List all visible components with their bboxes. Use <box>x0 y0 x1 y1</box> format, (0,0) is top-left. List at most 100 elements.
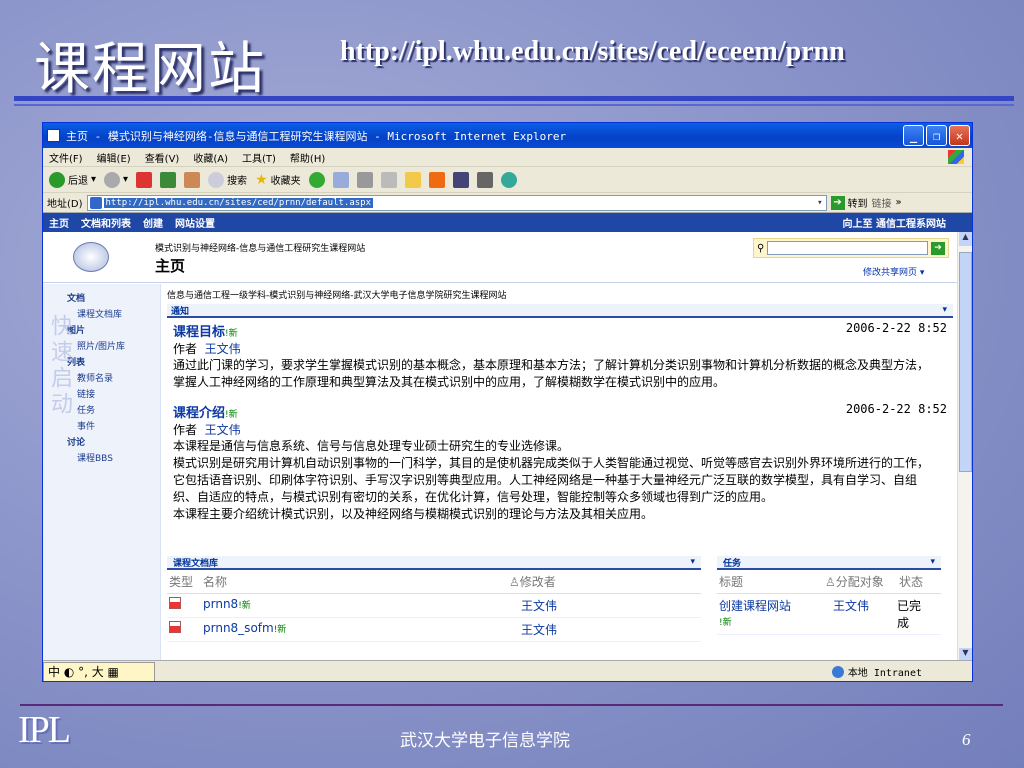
announcement-title[interactable]: 课程介绍!新 <box>173 402 238 421</box>
nav-up-to[interactable]: 向上至 通信工程系网站 <box>843 215 946 230</box>
author-name[interactable]: 王文伟 <box>205 342 241 356</box>
announcement-body-line: 本课程主要介绍统计模式识别，以及神经网络与模糊模式识别的理论与方法及其相关应用。 <box>173 507 654 521</box>
menu-edit[interactable]: 编辑(E) <box>97 150 131 165</box>
slide: 课程网站 http://ipl.whu.edu.cn/sites/ced/ece… <box>0 0 1024 768</box>
vertical-scrollbar[interactable]: ▲ ▼ <box>957 232 972 662</box>
scrollbar-thumb[interactable] <box>959 252 972 472</box>
refresh-icon[interactable] <box>160 171 177 188</box>
webpart-menu-icon[interactable]: ▾ <box>690 557 695 567</box>
new-badge: !新 <box>225 410 238 420</box>
scroll-up-icon[interactable]: ▲ <box>959 232 972 246</box>
announcement-body-line: 模式识别是研究用计算机自动识别事物的一门科学，其目的是使机器完成类似于人类智能通… <box>173 456 930 504</box>
ie-icon <box>47 129 60 142</box>
edit-icon[interactable] <box>380 171 397 188</box>
modify-shared-page-link[interactable]: 修改共享网页 ▾ <box>863 265 924 278</box>
minimize-button[interactable]: _ <box>903 125 924 146</box>
forward-button[interactable]: ▾ <box>104 171 128 188</box>
nav-section-docs[interactable]: 文档 <box>43 291 160 304</box>
announcement-title[interactable]: 课程目标!新 <box>173 321 238 340</box>
file-link[interactable]: prnn8 <box>203 597 238 611</box>
webpart-menu-icon[interactable]: ▾ <box>930 557 935 567</box>
library-title[interactable]: 课程文档库 <box>173 556 218 569</box>
back-arrow-icon <box>49 171 65 188</box>
page-title: 主页 <box>155 257 186 275</box>
table-row: 创建课程网站 !新 王文伟 已完成 <box>717 594 941 635</box>
print-icon[interactable] <box>356 171 373 188</box>
search-button[interactable]: 搜索 <box>208 171 248 188</box>
zone-label: 本地 Intranet <box>847 668 922 679</box>
file-type <box>169 621 203 638</box>
menu-tools[interactable]: 工具(T) <box>242 150 276 165</box>
task-link[interactable]: 创建课程网站 <box>719 599 791 613</box>
nav-site-settings[interactable]: 网站设置 <box>175 215 215 230</box>
announcement-title-text: 课程目标 <box>173 325 226 340</box>
mail-icon[interactable] <box>332 171 349 188</box>
media-icon[interactable] <box>428 171 445 188</box>
close-button[interactable]: ✕ <box>949 125 970 146</box>
forward-arrow-icon <box>104 171 121 188</box>
col-modified[interactable]: ♙修改者 <box>509 573 556 590</box>
watermark-text: 快速启动 <box>47 314 72 418</box>
address-input[interactable]: http://ipl.whu.edu.cn/sites/ced/prnn/def… <box>86 194 827 211</box>
col-title[interactable]: 标题 <box>719 573 825 590</box>
site-name[interactable]: 模式识别与神经网络-信息与通信工程研究生课程网站 <box>155 241 365 254</box>
footer-text: 武汉大学电子信息学院 <box>400 731 570 751</box>
menu-favorites[interactable]: 收藏(A) <box>193 150 228 165</box>
col-status[interactable]: 状态 <box>899 573 923 590</box>
nav-create[interactable]: 创建 <box>143 215 163 230</box>
col-type[interactable]: 类型 <box>169 573 203 590</box>
announcements-title[interactable]: 通知 <box>171 304 189 317</box>
nav-home[interactable]: 主页 <box>49 215 69 230</box>
go-button[interactable]: ➔ 转到 <box>830 195 868 210</box>
menu-view[interactable]: 查看(V) <box>145 150 180 165</box>
favorites-button[interactable]: ★ 收藏夹 <box>255 172 301 188</box>
menu-help[interactable]: 帮助(H) <box>290 150 325 165</box>
webpart-menu-icon[interactable]: ▾ <box>942 305 947 315</box>
announcement-body: 通过此门课的学习，要求学生掌握模式识别的基本概念，基本原理和基本方法；了解计算机… <box>173 358 930 389</box>
chevron-icon[interactable]: » <box>896 197 902 208</box>
nav-item-events[interactable]: 事件 <box>43 419 160 432</box>
menu-file[interactable]: 文件(F) <box>49 150 83 165</box>
msn-icon[interactable] <box>500 171 517 188</box>
modified-by[interactable]: 王文伟 <box>521 597 557 614</box>
ime-toolbar[interactable]: 中 ◐ °, 大 ▦ <box>43 661 155 681</box>
tasks-title[interactable]: 任务 <box>723 556 741 569</box>
address-dropdown-icon[interactable]: ▾ <box>817 198 825 208</box>
ie-window: 主页 - 模式识别与神经网络-信息与通信工程研究生课程网站 - Microsof… <box>42 122 973 682</box>
home-icon[interactable] <box>184 171 201 188</box>
history-icon[interactable] <box>308 171 325 188</box>
nav-section-discussions[interactable]: 讨论 <box>43 435 160 448</box>
folder-icon[interactable] <box>404 171 421 188</box>
col-name[interactable]: 名称 <box>203 573 509 590</box>
star-icon: ★ <box>255 171 268 188</box>
new-badge: !新 <box>719 618 732 628</box>
search-input[interactable] <box>767 241 928 255</box>
search-go-button[interactable]: ➔ <box>931 241 945 255</box>
announcement-item: 课程目标!新 2006-2-22 8:52 作者 王文伟 通过此门课的学习，要求… <box>167 318 953 394</box>
site-search: ⚲ ➔ <box>753 238 949 258</box>
announcements-header: 通知 ▾ <box>167 304 953 318</box>
stop-icon[interactable] <box>136 171 153 188</box>
window-title: 主页 - 模式识别与神经网络-信息与通信工程研究生课程网站 - Microsof… <box>66 129 567 143</box>
modified-by[interactable]: 王文伟 <box>521 621 557 638</box>
back-button[interactable]: 后退 ▾ <box>49 171 96 188</box>
announcement-item: 课程介绍!新 2006-2-22 8:52 作者 王文伟 本课程是通信与信息系统… <box>167 394 953 526</box>
file-link[interactable]: prnn8_sofm <box>203 621 274 635</box>
toolbar: 后退 ▾ ▾ 搜索 ★ 收藏夹 <box>43 167 972 193</box>
search-label: 搜索 <box>227 176 248 187</box>
site-logo-icon <box>73 242 109 272</box>
author-name[interactable]: 王文伟 <box>205 423 241 437</box>
window-titlebar[interactable]: 主页 - 模式识别与神经网络-信息与通信工程研究生课程网站 - Microsof… <box>43 123 972 148</box>
messenger-icon[interactable] <box>452 171 469 188</box>
col-assigned[interactable]: ♙分配对象 <box>825 573 899 590</box>
site-header: 模式识别与神经网络-信息与通信工程研究生课程网站 主页 ⚲ ➔ 修改共享网页 ▾ <box>43 232 958 283</box>
task-assigned[interactable]: 王文伟 <box>833 597 897 631</box>
links-button[interactable]: 链接 <box>872 195 892 210</box>
nav-item-bbs[interactable]: 课程BBS <box>43 451 160 464</box>
research-icon[interactable] <box>476 171 493 188</box>
left-nav: 快速启动 文档 课程文档库 图片 照片/图片库 列表 教师名录 链接 任务 事件… <box>43 284 161 662</box>
maximize-button[interactable]: ❐ <box>926 125 947 146</box>
nav-docs-lists[interactable]: 文档和列表 <box>81 215 131 230</box>
tasks-column-headers: 标题 ♙分配对象 状态 <box>717 570 941 594</box>
slide-url: http://ipl.whu.edu.cn/sites/ced/eceem/pr… <box>340 36 845 67</box>
